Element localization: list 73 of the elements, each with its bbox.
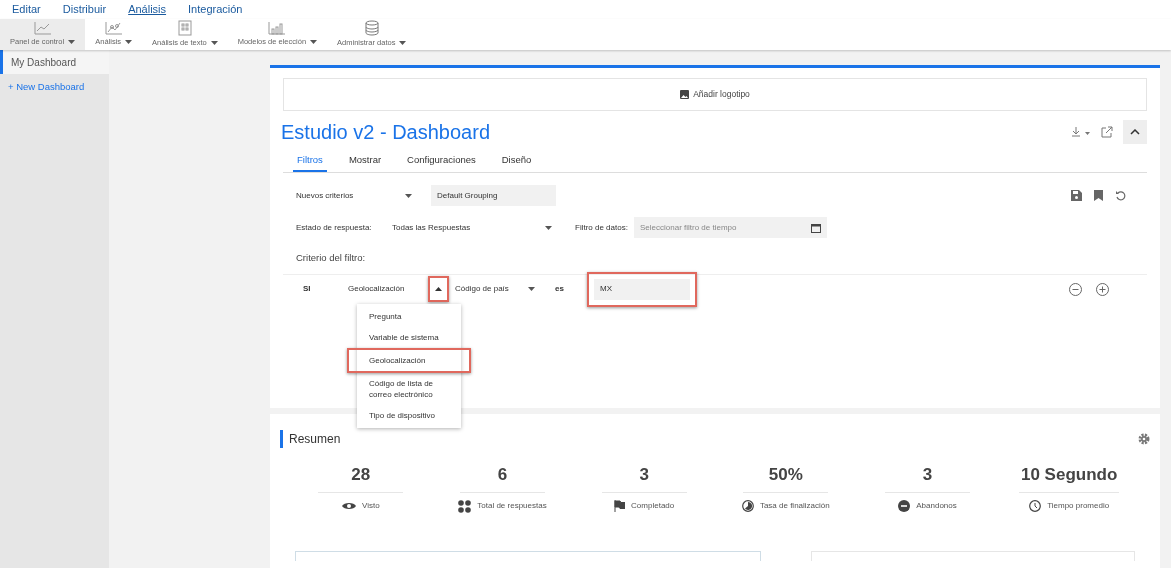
field-dropdown-toggle[interactable] — [428, 276, 449, 302]
stat-value: 28 — [318, 462, 404, 493]
dropdown-item[interactable]: Variable de sistema — [357, 326, 461, 348]
caret-icon — [405, 193, 412, 198]
eye-icon — [342, 500, 356, 511]
criteria-select[interactable]: Nuevos criterios — [296, 185, 414, 206]
progress-circle-icon — [741, 499, 754, 512]
grid-dots-icon — [458, 499, 472, 513]
add-icon[interactable] — [1096, 282, 1109, 296]
dashboard-title: Estudio v2 - Dashboard — [281, 120, 490, 145]
scatter-chart-icon — [104, 21, 123, 36]
menu-item[interactable]: Análisis — [128, 1, 167, 18]
menu-item[interactable]: Editar — [12, 1, 41, 18]
tab[interactable]: Diseño — [497, 153, 536, 173]
stat-value: 3 — [885, 462, 970, 493]
calendar-icon — [811, 222, 821, 233]
grouping-field[interactable]: Default Grouping — [431, 185, 556, 207]
menu-item[interactable]: Distribuir — [62, 1, 107, 18]
stat-label: Tasa de finalización — [759, 499, 830, 512]
collapse-button[interactable] — [1123, 120, 1147, 144]
settings-icon[interactable] — [1138, 433, 1150, 445]
database-icon — [364, 20, 379, 37]
status-select[interactable]: Todas las Respuestas — [392, 221, 552, 234]
stat-value: 50% — [743, 462, 829, 493]
line-chart-icon — [33, 21, 52, 36]
condition-label: SI — [303, 283, 312, 295]
summary-title: Resumen — [280, 430, 341, 448]
reset-icon[interactable] — [1115, 190, 1126, 202]
clock-icon — [1029, 499, 1042, 512]
minus-circle-icon — [898, 499, 911, 512]
tab[interactable]: Mostrar — [344, 153, 386, 173]
criteria-heading: Criterio del filtro: — [295, 251, 367, 266]
stat-label: Total de respuestas — [477, 500, 547, 512]
caret-icon — [528, 287, 535, 291]
value-field[interactable]: MX — [594, 278, 690, 300]
document-icon — [177, 20, 192, 37]
caret-icon — [545, 225, 552, 230]
bar-chart-icon — [268, 21, 287, 36]
dropdown-item[interactable]: Código de lista de correo electrónico — [357, 372, 461, 405]
dropdown-item[interactable]: Geolocalización — [347, 347, 471, 373]
dropdown-item[interactable]: Pregunta — [357, 305, 461, 327]
stat-label: Abandonos — [916, 499, 957, 512]
caret-icon — [310, 40, 318, 44]
operator-label: es — [555, 283, 565, 295]
stat-value: 6 — [460, 462, 545, 493]
caret-icon — [399, 41, 407, 45]
caret-icon — [125, 40, 133, 44]
subfield-select[interactable]: Código de país — [455, 283, 535, 295]
caret-icon — [210, 41, 218, 45]
caret-icon — [435, 287, 442, 291]
save-icon[interactable] — [1071, 190, 1082, 202]
field-select[interactable]: Geolocalización — [348, 283, 428, 295]
remove-icon[interactable] — [1069, 282, 1082, 296]
stat-value: 10 Segundo — [1019, 462, 1120, 493]
share-icon[interactable] — [1101, 126, 1113, 138]
tab[interactable]: Filtros — [293, 153, 327, 173]
status-label: Estado de respuesta: — [296, 221, 373, 234]
dropdown-item[interactable]: Tipo de dispositivo — [357, 404, 461, 426]
sidebar-item[interactable]: My Dashboard — [0, 50, 109, 74]
bookmark-icon[interactable] — [1094, 190, 1103, 202]
stat-label: Visto — [362, 499, 380, 512]
stat-label: Tiempo promedio — [1047, 499, 1110, 512]
chevron-up-icon — [1130, 129, 1140, 135]
stat-label: Completado — [631, 499, 675, 512]
stat-value: 3 — [601, 462, 687, 493]
tab[interactable]: Configuraciones — [403, 153, 480, 173]
image-icon — [680, 90, 690, 99]
menu-item[interactable]: Integración — [188, 1, 243, 18]
flag-icon — [614, 499, 626, 512]
download-icon[interactable] — [1071, 126, 1091, 138]
add-logo-button[interactable]: Añadir logotipo — [283, 78, 1147, 111]
new-dashboard-link[interactable]: + New Dashboard — [0, 80, 109, 95]
caret-icon — [68, 40, 76, 44]
